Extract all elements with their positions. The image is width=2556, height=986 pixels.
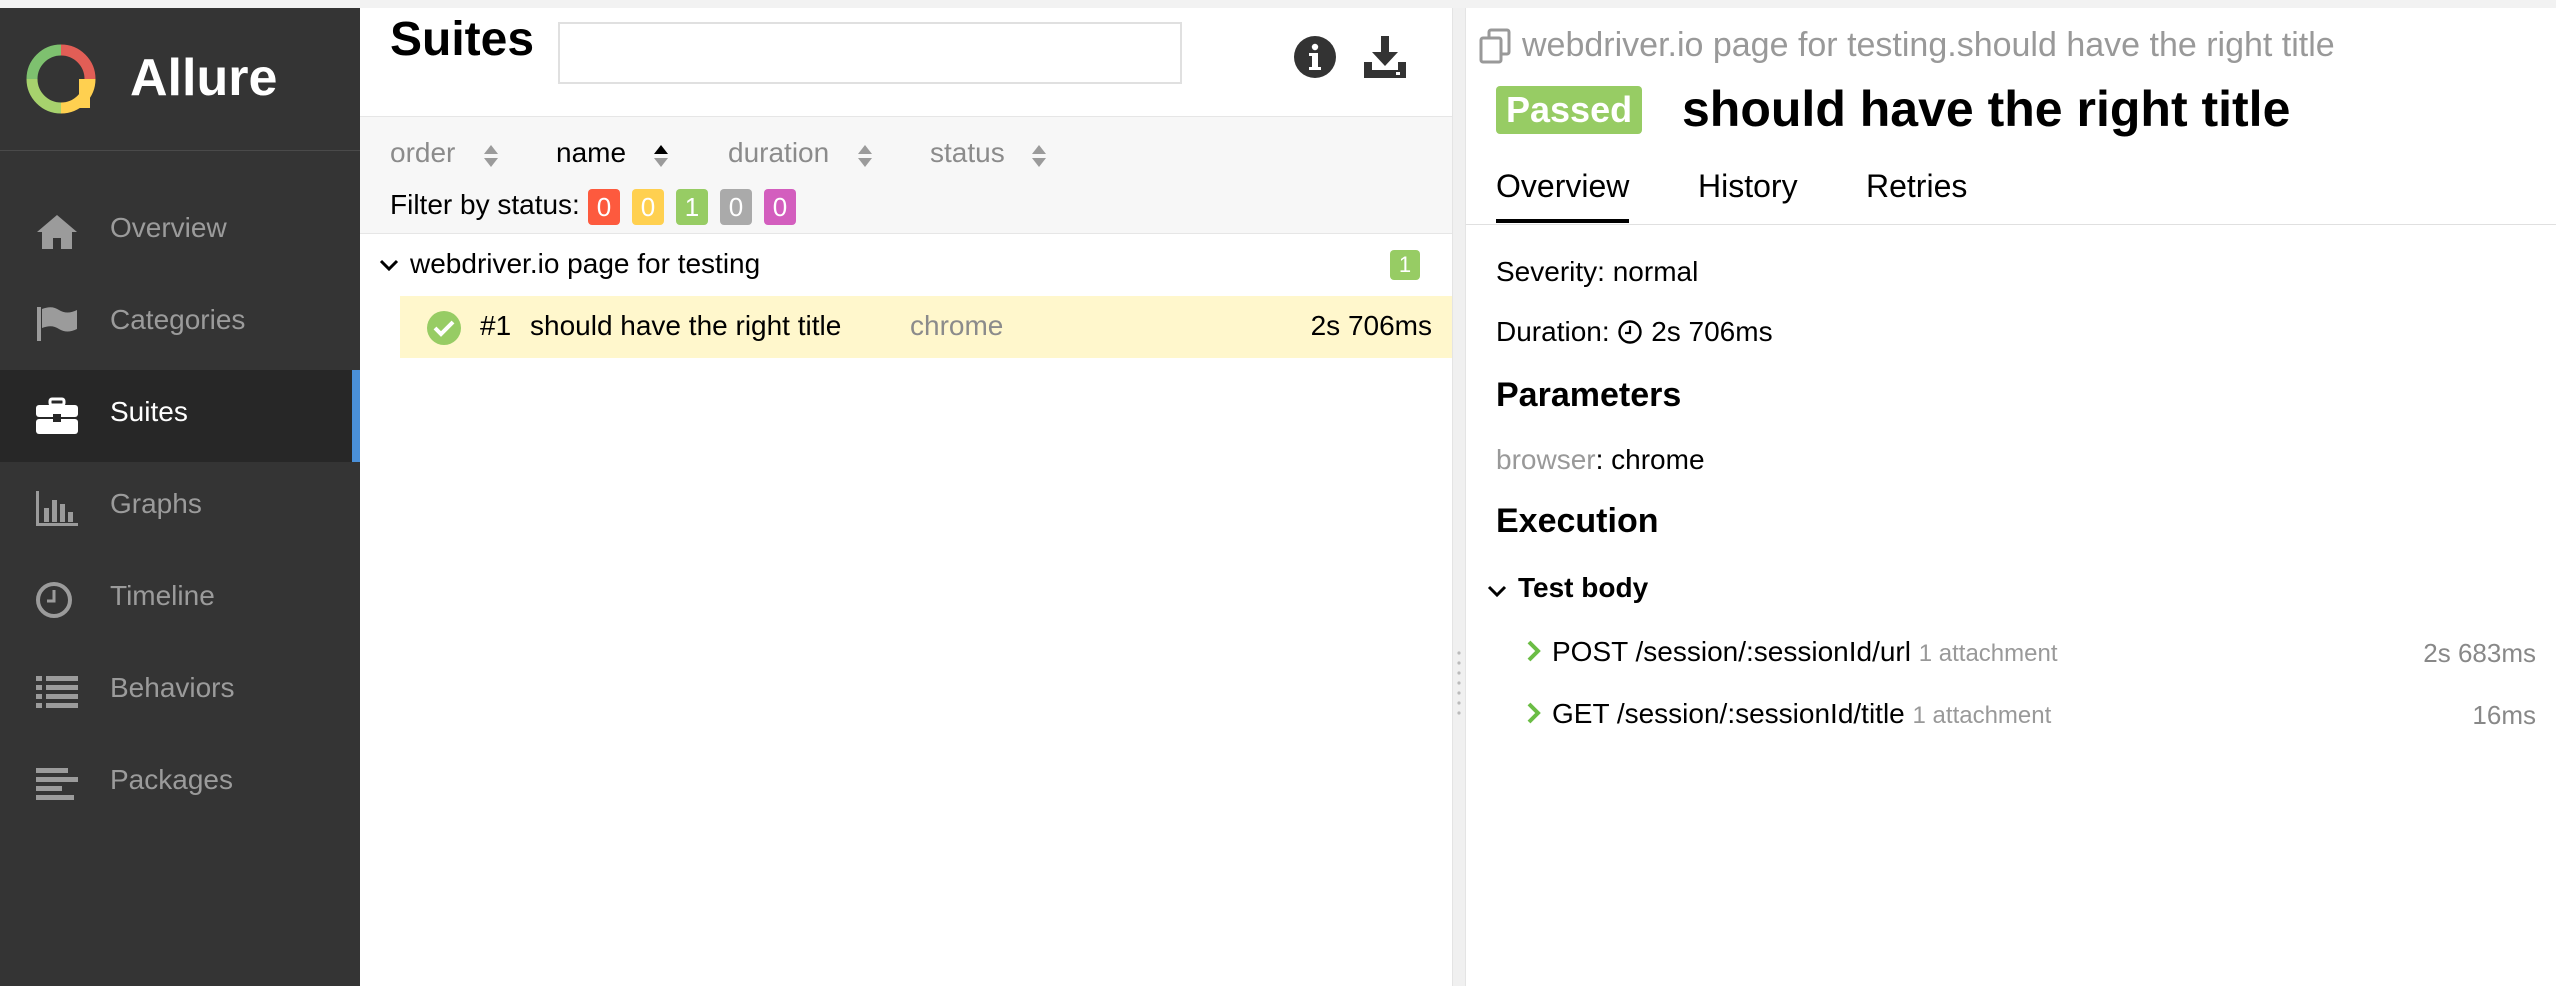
tab-retries[interactable]: Retries <box>1866 168 1967 219</box>
passed-check-icon <box>427 311 461 345</box>
breadcrumb: webdriver.io page for testing.should hav… <box>1522 26 2335 64</box>
align-left-icon <box>36 768 78 800</box>
filter-unknown-badge[interactable]: 0 <box>764 189 796 225</box>
step-title: GET /session/:sessionId/title <box>1552 698 1905 729</box>
filter-failed-badge[interactable]: 0 <box>588 189 620 225</box>
app-name: Allure <box>130 49 278 107</box>
sidebar-item-label: Timeline <box>110 580 215 611</box>
step-attachments: 1 attachment <box>1918 640 2058 667</box>
sidebar-item-packages[interactable]: Packages <box>0 738 360 830</box>
test-body-label: Test body <box>1518 572 1649 603</box>
sidebar-item-label: Packages <box>110 764 233 795</box>
parameter-separator: : <box>1595 444 1612 475</box>
suite-group-title: webdriver.io page for testing <box>410 248 761 279</box>
clock-icon <box>1618 320 1643 344</box>
step-name: GET /session/:sessionId/title 1 attachme… <box>1552 698 2051 730</box>
list-icon <box>36 676 78 708</box>
sort-toolbar: order name duration status Filter by sta… <box>360 116 1452 234</box>
filter-label: Filter by status: <box>390 189 580 220</box>
sidebar-item-timeline[interactable]: Timeline <box>0 554 360 646</box>
filter-skipped-badge[interactable]: 0 <box>720 189 752 225</box>
sidebar-item-categories[interactable]: Categories <box>0 278 360 370</box>
sidebar: Allure Overview Categories Suites Graphs… <box>0 8 360 986</box>
severity-value: normal <box>1612 256 1699 287</box>
chevron-down-icon <box>1487 585 1507 598</box>
execution-heading: Execution <box>1496 502 1659 540</box>
severity-row: Severity: normal <box>1496 256 1698 288</box>
test-title: should have the right title <box>1682 81 2291 137</box>
top-strip <box>0 0 2556 8</box>
test-duration: 2s 706ms <box>1310 310 1432 341</box>
sidebar-item-behaviors[interactable]: Behaviors <box>0 646 360 738</box>
download-icon[interactable] <box>1362 34 1408 80</box>
parameter-value: chrome <box>1611 444 1705 475</box>
sidebar-item-label: Suites <box>110 396 188 427</box>
bar-chart-icon <box>36 491 78 526</box>
detail-tabs: Overview History Retries <box>1466 156 2556 225</box>
search-input[interactable] <box>558 22 1182 84</box>
info-icon[interactable] <box>1292 34 1338 80</box>
sidebar-item-label: Behaviors <box>110 672 235 703</box>
step-name: POST /session/:sessionId/url 1 attachmen… <box>1552 636 2058 668</box>
test-row[interactable]: #1 should have the right title chrome 2s… <box>400 296 1452 358</box>
tab-history[interactable]: History <box>1698 168 1798 219</box>
sort-arrows-icon[interactable] <box>1030 143 1048 169</box>
pane-splitter[interactable] <box>1452 8 1466 986</box>
step-title: POST /session/:sessionId/url <box>1552 636 1911 667</box>
suite-group-count-badge: 1 <box>1390 250 1420 280</box>
duration-value: 2s 706ms <box>1651 316 1773 347</box>
step-row[interactable]: GET /session/:sessionId/title 1 attachme… <box>1526 692 2536 742</box>
step-duration: 2s 683ms <box>2423 638 2536 668</box>
filter-broken-badge[interactable]: 0 <box>632 189 664 225</box>
sidebar-item-suites[interactable]: Suites <box>0 370 360 462</box>
home-icon <box>37 215 77 249</box>
step-attachments: 1 attachment <box>1912 702 2052 729</box>
briefcase-icon <box>36 397 78 434</box>
tab-overview[interactable]: Overview <box>1496 168 1630 223</box>
test-name: should have the right title <box>530 310 842 341</box>
sort-arrows-icon[interactable] <box>482 143 500 169</box>
page-title: Suites <box>390 13 535 66</box>
step-row[interactable]: POST /session/:sessionId/url 1 attachmen… <box>1526 630 2536 680</box>
allure-logo-icon <box>26 44 96 114</box>
sidebar-item-overview[interactable]: Overview <box>0 186 360 278</box>
flag-icon <box>37 307 77 341</box>
parameter-key: browser <box>1496 444 1596 475</box>
parameters-heading: Parameters <box>1496 376 1682 414</box>
chevron-right-icon <box>1527 702 1541 724</box>
sort-name[interactable]: name <box>556 137 626 169</box>
test-number: #1 <box>480 310 512 341</box>
sort-status[interactable]: status <box>930 137 1005 169</box>
sidebar-item-label: Graphs <box>110 488 202 519</box>
sort-arrows-icon[interactable] <box>856 143 874 169</box>
sidebar-item-graphs[interactable]: Graphs <box>0 462 360 554</box>
suite-group-row[interactable]: webdriver.io page for testing 1 <box>360 234 1452 296</box>
clock-icon <box>36 582 72 618</box>
duration-row: Duration: 2s 706ms <box>1496 316 1773 348</box>
sort-duration[interactable]: duration <box>728 137 829 169</box>
brand[interactable]: Allure <box>0 8 360 151</box>
copy-icon[interactable] <box>1478 28 1512 64</box>
parameter-row: browser: chrome <box>1496 444 1705 476</box>
sidebar-item-label: Overview <box>110 212 227 243</box>
status-badge: Passed <box>1496 86 1643 134</box>
sort-arrows-icon[interactable] <box>652 143 670 169</box>
test-detail-pane: webdriver.io page for testing.should hav… <box>1466 8 2556 986</box>
suites-pane: Suites order name duration status Filter… <box>360 8 1452 986</box>
sidebar-item-label: Categories <box>110 304 246 335</box>
drag-handle-icon[interactable] <box>1456 648 1462 718</box>
test-parameter: chrome <box>910 310 1004 341</box>
chevron-right-icon <box>1527 640 1541 662</box>
severity-label: Severity: <box>1496 256 1605 287</box>
step-duration: 16ms <box>2472 700 2536 730</box>
duration-label: Duration: <box>1496 316 1610 347</box>
chevron-down-icon <box>379 259 399 272</box>
filter-passed-badge[interactable]: 1 <box>676 189 708 225</box>
sort-order[interactable]: order <box>390 137 455 169</box>
